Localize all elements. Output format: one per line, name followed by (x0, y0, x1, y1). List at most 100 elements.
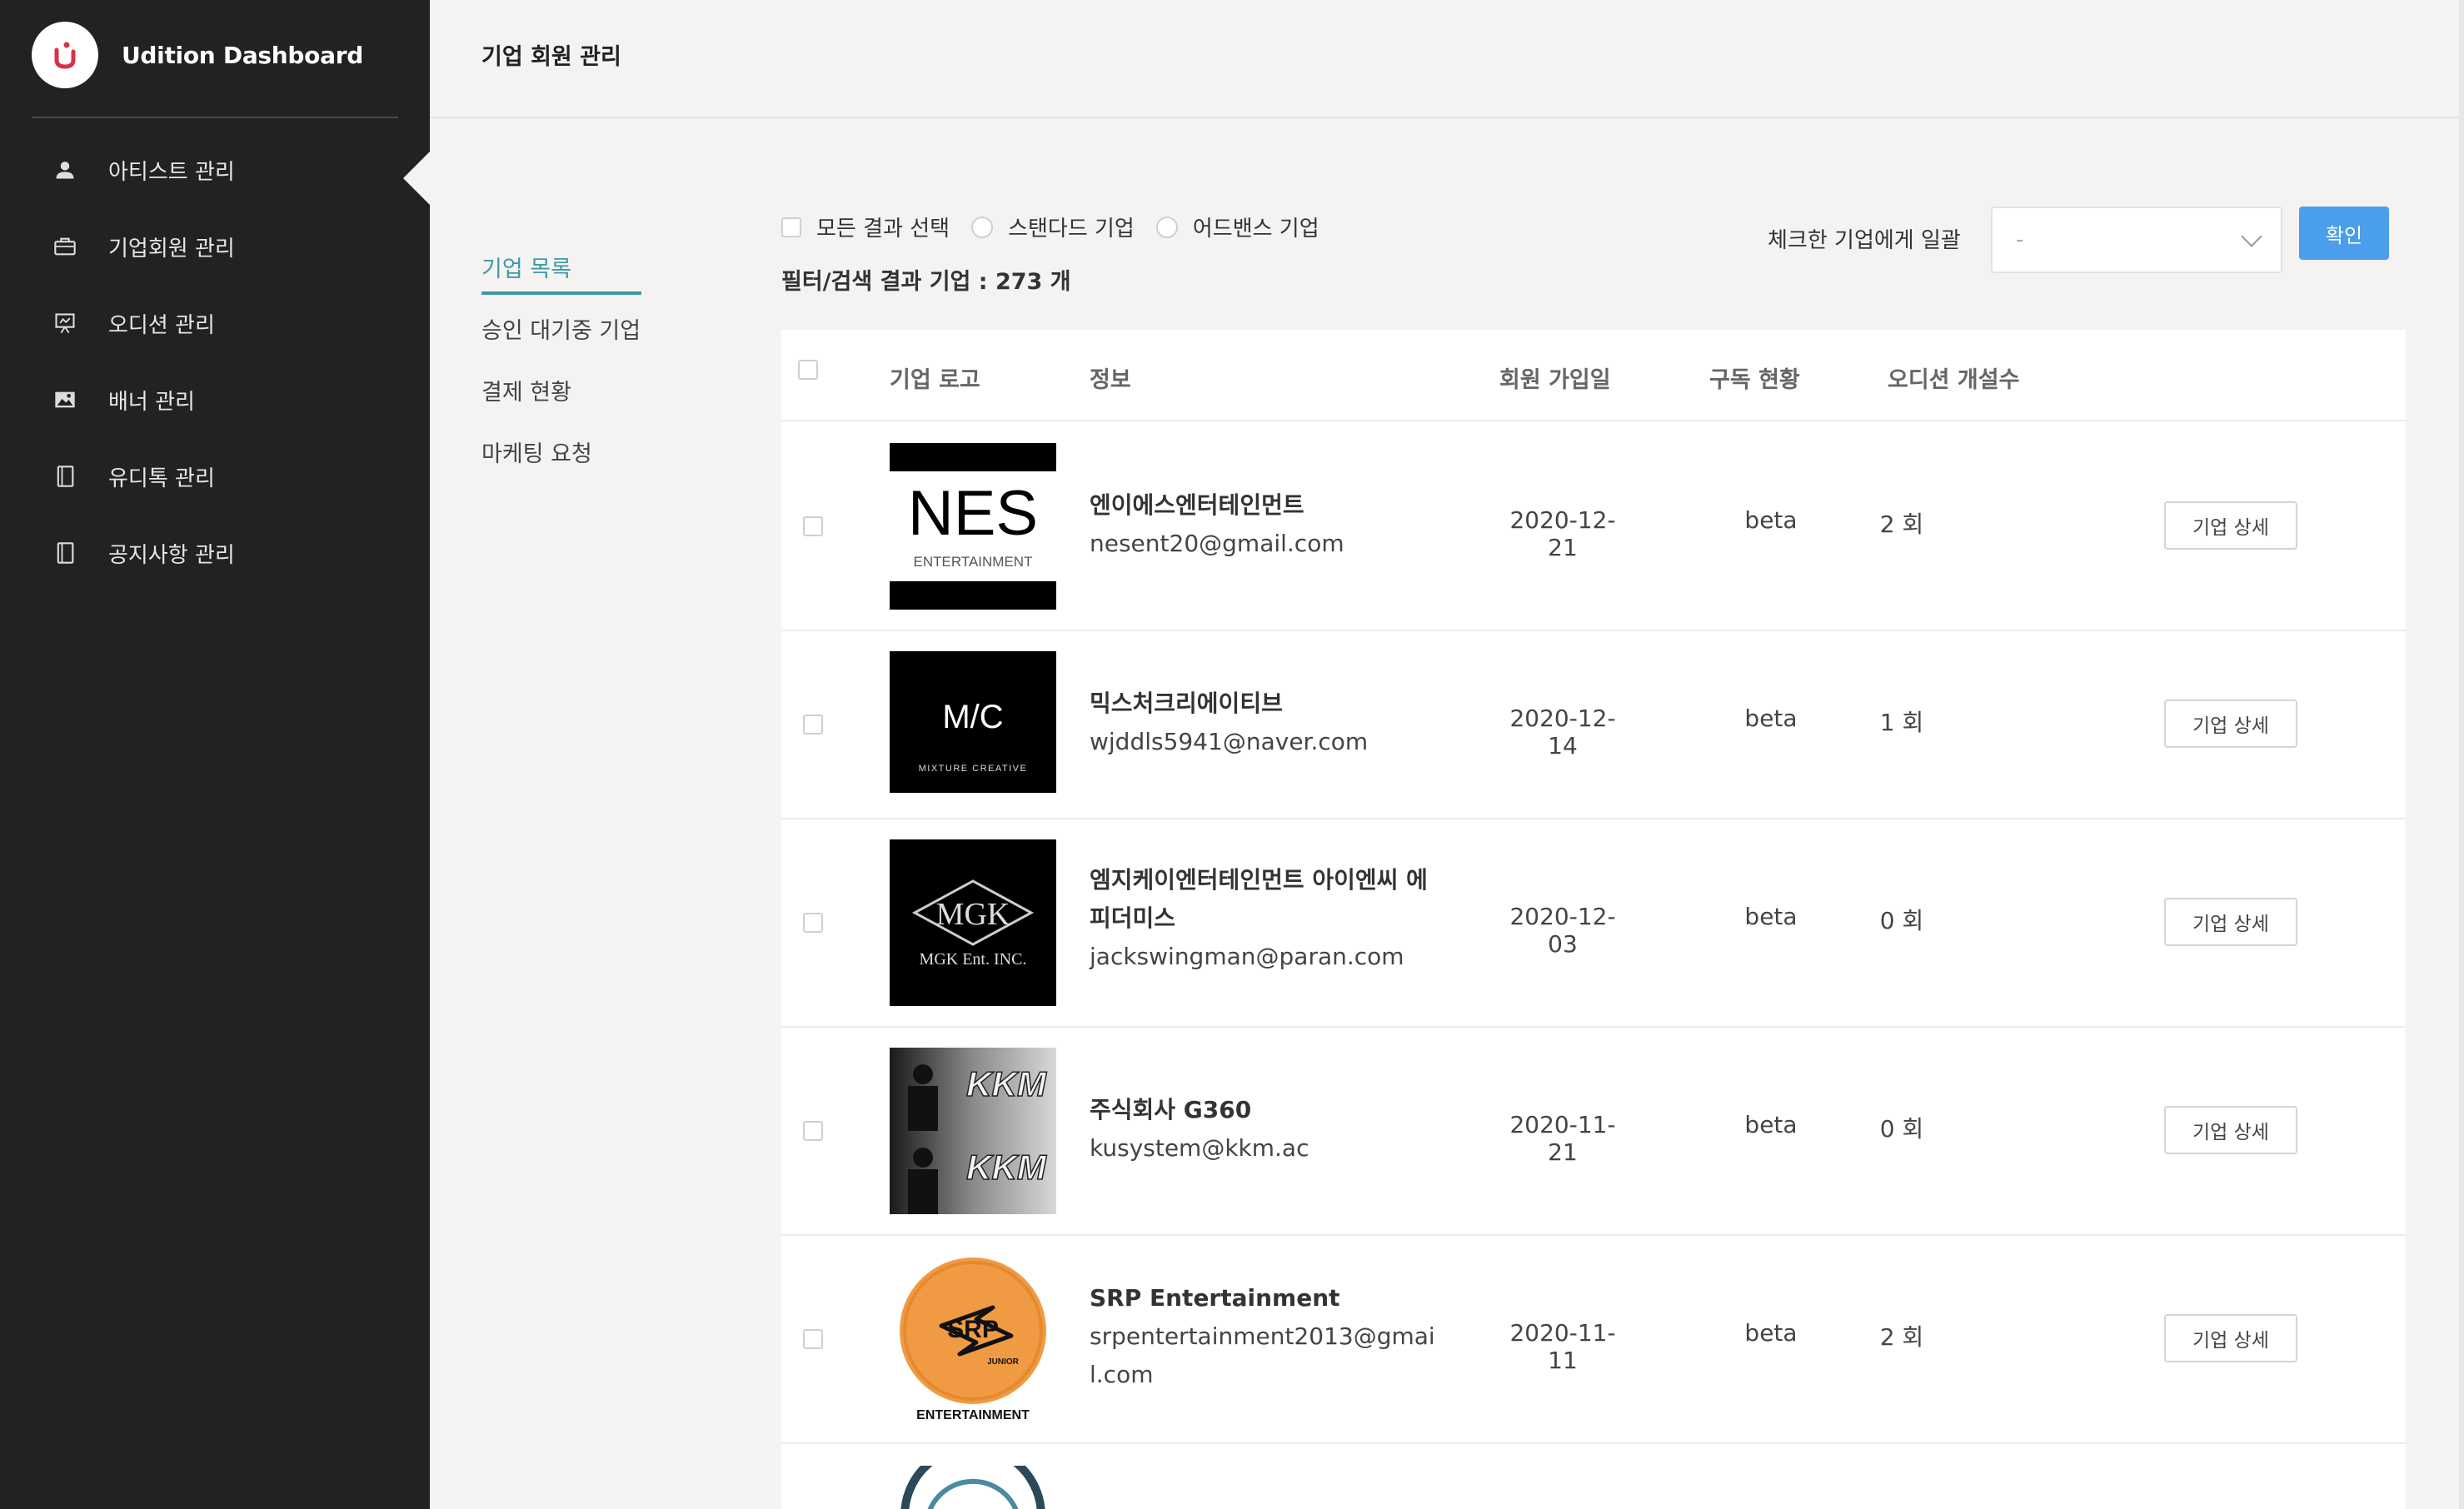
logo-text: NES (908, 478, 1038, 549)
company-detail-button[interactable]: 기업 상세 (2164, 501, 2297, 550)
logo-text: KKM (966, 1064, 1047, 1103)
company-email: srpentertainment2013@gmail.com (1090, 1322, 1435, 1388)
company-name: 주식회사 G360 (1090, 1096, 1252, 1123)
briefcase-icon (53, 235, 77, 258)
table-row (781, 1444, 2406, 1509)
sidebar-divider (32, 117, 398, 118)
sidebar-item-label: 공지사항 관리 (108, 542, 235, 568)
active-nav-pointer (403, 152, 430, 205)
submenu-active-underline (481, 291, 641, 295)
company-email: jackswingman@paran.com (1090, 943, 1404, 970)
company-email: nesent20@gmail.com (1090, 530, 1344, 557)
company-logo: M/C MIXTURE CREATIVE (890, 651, 1056, 793)
bulk-action-select[interactable]: - (1991, 207, 2282, 273)
company-logo: NES ENTERTAINMENT (890, 443, 1056, 610)
notebook-icon (53, 541, 77, 565)
logo-text: SRP (947, 1316, 999, 1343)
table-row: M/C MIXTURE CREATIVE 믹스처크리에이티브 wjddls594… (781, 631, 2406, 819)
table-row: NES ENTERTAINMENT 엔이에스엔터테인먼트 nesent20@gm… (781, 423, 2406, 631)
column-header-auditions: 오디션 개설수 (1888, 367, 2020, 393)
sidebar-item-label: 기업회원 관리 (108, 236, 235, 261)
sidebar-item-label: 유디톡 관리 (108, 466, 215, 491)
subscription-status: beta (1744, 1111, 1798, 1138)
company-logo: MGK MGK Ent. INC. (890, 839, 1056, 1006)
confirm-button[interactable]: 확인 (2299, 207, 2389, 260)
chevron-down-icon (2241, 226, 2262, 247)
joined-date: 2020-11-21 (1509, 1111, 1616, 1166)
presentation-icon (53, 311, 77, 335)
submenu-item-marketing[interactable]: 마케팅 요청 (481, 435, 641, 496)
audition-count: 1 회 (1879, 709, 1924, 736)
table-row: KKM KKM 주식회사 G360 kusystem@kkm.ac 2020-1… (781, 1028, 2406, 1236)
logo-subtext: MGK Ent. INC. (920, 950, 1027, 969)
sidebar-item-label: 오디션 관리 (108, 312, 215, 338)
notebook-icon (53, 465, 77, 488)
subscription-status: beta (1744, 506, 1798, 534)
page-header: 기업 회원 관리 (430, 0, 2464, 1509)
subscription-status: beta (1744, 705, 1798, 732)
company-logo: KKM KKM (890, 1048, 1056, 1214)
bulk-action-label: 체크한 기업에게 일괄 (1768, 228, 1961, 253)
company-submenu: 기업 목록 승인 대기중 기업 결제 현황 마케팅 요청 (481, 250, 641, 496)
submenu-item-payment[interactable]: 결제 현황 (481, 373, 641, 435)
audience-label: 어드밴스 기업 (1192, 217, 1319, 242)
table-header: 기업 로고 정보 회원 가입일 구독 현황 오디션 개설수 (781, 330, 2406, 421)
app-title: Udition Dashboard (122, 41, 363, 69)
select-all-checkbox[interactable] (781, 217, 801, 237)
audition-count: 2 회 (1879, 510, 1924, 538)
result-count: 필터/검색 결과 기업 : 273 개 (781, 269, 1071, 295)
company-email: wjddls5941@naver.com (1090, 728, 1369, 755)
sidebar-item-company[interactable]: 기업회원 관리 (0, 208, 430, 285)
audience-radio[interactable] (1155, 216, 1178, 238)
table-row: SRP JUNIOR ENTERTAINMENT SRP Entertainme… (781, 1236, 2406, 1444)
joined-date: 2020-11-11 (1509, 1319, 1616, 1374)
audition-count: 0 회 (1879, 907, 1924, 934)
joined-date: 2020-12-03 (1509, 903, 1616, 958)
sidebar-item-notice[interactable]: 공지사항 관리 (0, 515, 430, 591)
company-name: 엠지케이엔터테인먼트 아이엔씨 에피더미스 (1090, 866, 1428, 932)
sidebar-item-label: 아티스트 관리 (108, 159, 235, 185)
select-all-label: 모든 결과 선택 (816, 217, 950, 242)
row-checkbox[interactable] (803, 913, 823, 933)
audition-count: 0 회 (1879, 1115, 1924, 1143)
person-icon (53, 158, 77, 182)
submenu-item-pending[interactable]: 승인 대기중 기업 (481, 311, 641, 373)
company-detail-button[interactable]: 기업 상세 (2164, 1314, 2297, 1362)
subscription-status: beta (1744, 1319, 1798, 1347)
standard-label: 스탠다드 기업 (1008, 217, 1135, 242)
sidebar: Udition Dashboard 아티스트 관리 기업회원 관리 오디션 관리 (0, 0, 430, 1509)
row-checkbox[interactable] (803, 1329, 823, 1349)
sidebar-item-audition[interactable]: 오디션 관리 (0, 285, 430, 361)
logo-subtext: MIXTURE CREATIVE (919, 764, 1028, 774)
company-logo (890, 1466, 1056, 1509)
company-name: 믹스처크리에이티브 (1090, 690, 1283, 717)
row-checkbox[interactable] (803, 1121, 823, 1141)
sidebar-item-uditalk[interactable]: 유디톡 관리 (0, 438, 430, 515)
standard-radio[interactable] (971, 216, 994, 238)
bulk-action-value: - (2016, 227, 2024, 252)
joined-date: 2020-12-14 (1509, 705, 1616, 759)
table-row: MGK MGK Ent. INC. 엠지케이엔터테인먼트 아이엔씨 에피더미스 … (781, 819, 2406, 1028)
company-detail-button[interactable]: 기업 상세 (2164, 898, 2297, 946)
column-header-logo: 기업 로고 (890, 367, 980, 393)
audition-count: 2 회 (1879, 1323, 1924, 1351)
sidebar-item-label: 배너 관리 (108, 389, 195, 415)
company-detail-button[interactable]: 기업 상세 (2164, 700, 2297, 748)
filter-bar: 모든 결과 선택 스탠다드 기업 어드밴스 기업 (781, 212, 1341, 242)
logo-subtext: KKM (966, 1148, 1047, 1187)
row-checkbox[interactable] (803, 715, 823, 735)
image-icon (53, 388, 77, 411)
header-checkbox[interactable] (798, 360, 818, 380)
sidebar-item-banner[interactable]: 배너 관리 (0, 361, 430, 438)
submenu-item-company-list[interactable]: 기업 목록 (481, 250, 641, 311)
company-name: 엔이에스엔터테인먼트 (1090, 491, 1304, 519)
sidebar-item-artist[interactable]: 아티스트 관리 (0, 132, 430, 208)
company-detail-button[interactable]: 기업 상세 (2164, 1106, 2297, 1154)
page-title: 기업 회원 관리 (481, 44, 621, 70)
scrollbar-track[interactable] (2459, 0, 2464, 1509)
company-name: SRP Entertainment (1090, 1284, 1340, 1312)
row-checkbox[interactable] (803, 516, 823, 536)
joined-date: 2020-12-21 (1509, 506, 1616, 561)
column-header-info: 정보 (1090, 367, 1131, 393)
brand[interactable]: Udition Dashboard (32, 22, 363, 88)
